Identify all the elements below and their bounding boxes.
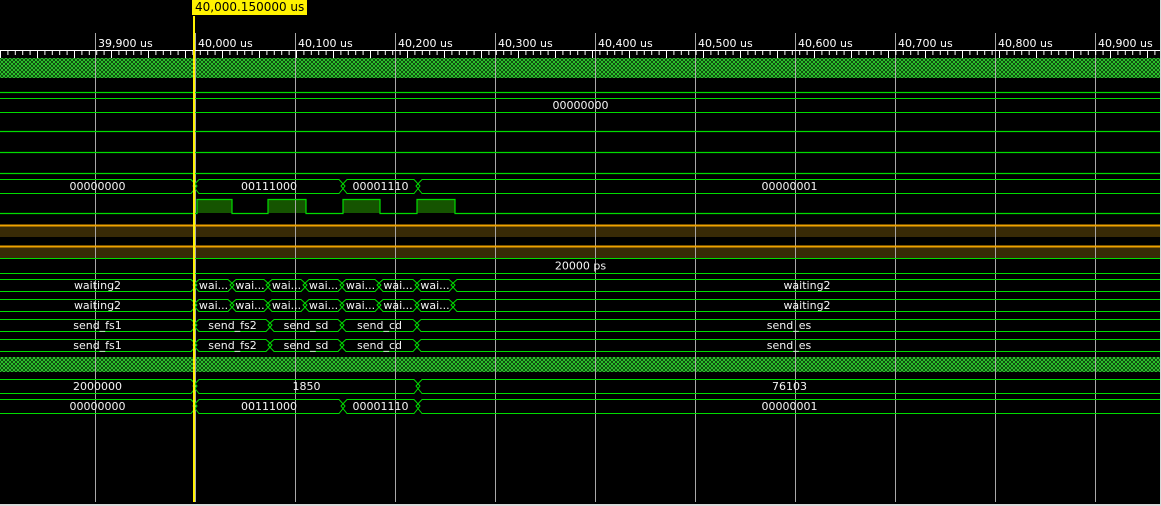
value-label: 00000000 bbox=[70, 180, 126, 193]
value-label: wai... bbox=[272, 299, 301, 312]
value-label: 00000001 bbox=[762, 400, 818, 413]
value-label: wai... bbox=[420, 299, 449, 312]
ruler-time-label: 40,400 us bbox=[598, 37, 653, 50]
clock-signal-row[interactable] bbox=[0, 200, 1161, 214]
value-label: waiting2 bbox=[783, 299, 830, 312]
waveform-canvas[interactable]: 00000000 00000000 00111000 00001110 00000001… bbox=[0, 0, 1161, 506]
unknown-state-fill[interactable] bbox=[0, 226, 1161, 237]
value-label: waiting2 bbox=[783, 279, 830, 292]
value-label: 20000 ps bbox=[555, 260, 606, 273]
value-label: 00111000 bbox=[241, 180, 297, 193]
value-label: 1850 bbox=[293, 380, 321, 393]
clock-pulse-fill bbox=[343, 199, 380, 213]
unknown-state-fill[interactable] bbox=[0, 247, 1161, 258]
value-label: send_fs1 bbox=[73, 339, 122, 352]
ruler-time-label: 39,900 us bbox=[98, 37, 153, 50]
value-label: send_sd bbox=[284, 319, 329, 332]
value-label: send_cd bbox=[357, 339, 402, 352]
value-label: 00001110 bbox=[353, 400, 409, 413]
value-label: 00111000 bbox=[241, 400, 297, 413]
value-label: wai... bbox=[199, 279, 228, 292]
value-label: wai... bbox=[309, 299, 338, 312]
value-label: wai... bbox=[420, 279, 449, 292]
clock-pulse-fill bbox=[417, 199, 455, 213]
value-label: 00001110 bbox=[353, 180, 409, 193]
ruler-time-label: 40,200 us bbox=[398, 37, 453, 50]
time-ruler[interactable]: 39,900 us 40,000 us 40,100 us 40,200 us 40,3… bbox=[0, 37, 1161, 58]
value-label: wai... bbox=[235, 299, 264, 312]
ruler-time-label: 40,700 us bbox=[898, 37, 953, 50]
value-label: 00000000 bbox=[70, 400, 126, 413]
value-label: send_sd bbox=[284, 339, 329, 352]
waveform-window: 00000000 00000000 00111000 00001110 00000001… bbox=[0, 0, 1161, 506]
value-label: wai... bbox=[346, 299, 375, 312]
value-label: waiting2 bbox=[74, 299, 121, 312]
ruler-time-label: 40,600 us bbox=[798, 37, 853, 50]
ruler-time-label: 40,100 us bbox=[298, 37, 353, 50]
value-label: send_fs2 bbox=[208, 339, 257, 352]
value-label: 00000000 bbox=[553, 99, 609, 112]
value-label: wai... bbox=[235, 279, 264, 292]
value-label: wai... bbox=[272, 279, 301, 292]
ruler-time-label: 40,000 us bbox=[198, 37, 253, 50]
value-label: wai... bbox=[383, 279, 412, 292]
value-label: send_cd bbox=[357, 319, 402, 332]
value-label: wai... bbox=[383, 299, 412, 312]
value-label: wai... bbox=[199, 299, 228, 312]
ruler-time-label: 40,300 us bbox=[498, 37, 553, 50]
value-label: send_es bbox=[767, 319, 812, 332]
ruler-time-label: 40,900 us bbox=[1098, 37, 1153, 50]
value-label: wai... bbox=[309, 279, 338, 292]
value-label: send_fs2 bbox=[208, 319, 257, 332]
value-label: 2000000 bbox=[73, 380, 122, 393]
clock-pulse-fill bbox=[197, 199, 232, 213]
value-label: 76103 bbox=[772, 380, 807, 393]
hatched-signal-row[interactable] bbox=[0, 58, 1161, 78]
value-label: wai... bbox=[346, 279, 375, 292]
cursor-time-label[interactable]: 40,000.150000 us bbox=[192, 0, 307, 15]
hatched-signal-row[interactable] bbox=[0, 357, 1161, 372]
value-label: send_fs1 bbox=[73, 319, 122, 332]
ruler-time-label: 40,500 us bbox=[698, 37, 753, 50]
ruler-time-label: 40,800 us bbox=[998, 37, 1053, 50]
value-label: waiting2 bbox=[74, 279, 121, 292]
value-label: 00000001 bbox=[762, 180, 818, 193]
value-label: send_es bbox=[767, 339, 812, 352]
clock-pulse-fill bbox=[268, 199, 306, 213]
